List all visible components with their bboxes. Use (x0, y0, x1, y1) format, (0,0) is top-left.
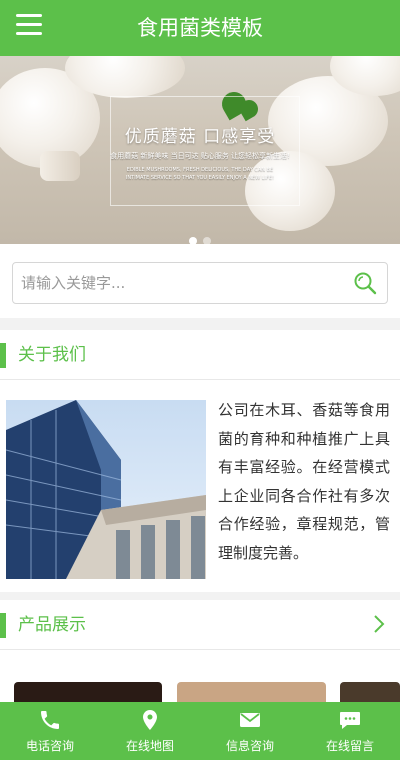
search-box (12, 262, 388, 304)
about-text: 公司在木耳、香菇等食用菌的育种和种植推广上具有丰富经验。在经营模式上企业同各合作… (218, 401, 390, 562)
carousel-dots (0, 230, 400, 245)
app-header: 食用菌类模板 (0, 0, 400, 56)
about-title[interactable]: 关于我们 (18, 330, 86, 380)
accent-bar (0, 343, 6, 368)
chevron-right-icon[interactable] (372, 613, 386, 635)
nav-label: 电话咨询 (25, 739, 74, 753)
nav-label: 信息咨询 (225, 739, 274, 753)
nav-phone[interactable]: 电话咨询 (0, 702, 100, 760)
nav-message[interactable]: 在线留言 (300, 702, 400, 760)
search-input[interactable] (21, 263, 341, 303)
search-area (0, 244, 400, 318)
banner-tagline-en: EDIBLE MUSHROOMS, FRESH DELICIOUS, THE D… (125, 167, 275, 181)
mail-icon (240, 713, 260, 727)
nav-label: 在线留言 (325, 739, 374, 753)
about-header: 关于我们 (0, 330, 400, 380)
about-section: 关于我们 公司在木耳、香菇等食用菌的育种和种植推广上具有丰富经验。在经营模式上企… (0, 330, 400, 592)
map-pin-icon (143, 710, 157, 730)
hero-banner[interactable]: 优质蘑菇 口感享受 食用蘑菇 新鲜美味 当日可达 贴心服务 让您轻松享新生活! … (0, 56, 400, 244)
chat-icon (340, 712, 360, 729)
search-icon[interactable] (353, 271, 377, 295)
products-section: 产品展示 (0, 600, 400, 712)
products-title[interactable]: 产品展示 (18, 600, 86, 650)
products-header: 产品展示 (0, 600, 400, 650)
banner-tagline-cn: 食用蘑菇 新鲜美味 当日可达 贴心服务 让您轻松享新生活! (110, 152, 290, 160)
phone-icon (41, 711, 59, 729)
nav-map[interactable]: 在线地图 (100, 702, 200, 760)
building-image[interactable] (6, 400, 206, 579)
accent-bar (0, 613, 6, 638)
nav-mail[interactable]: 信息咨询 (200, 702, 300, 760)
page-title: 食用菌类模板 (137, 16, 263, 40)
banner-headline: 优质蘑菇 口感享受 (124, 127, 276, 147)
nav-label: 在线地图 (125, 739, 174, 753)
bottom-nav: 电话咨询 在线地图 信息咨询 在线留言 (0, 702, 400, 760)
